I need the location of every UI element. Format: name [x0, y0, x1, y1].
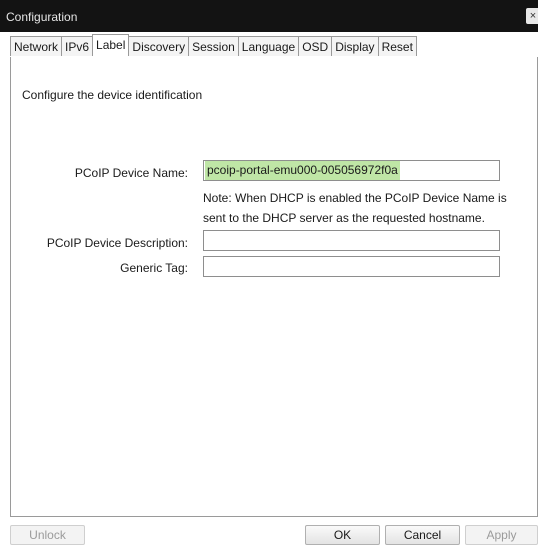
apply-button[interactable]: Apply	[465, 525, 538, 545]
tab-label[interactable]: Label	[92, 34, 130, 56]
cancel-button[interactable]: Cancel	[385, 525, 460, 545]
window-titlebar: Configuration ×	[0, 0, 538, 32]
tab-language[interactable]: Language	[237, 36, 300, 56]
tab-discovery[interactable]: Discovery	[128, 36, 190, 56]
tab-osd[interactable]: OSD	[298, 36, 333, 56]
device-description-field[interactable]	[203, 230, 500, 251]
label-tab-panel	[10, 57, 538, 517]
button-bar: Unlock OK Cancel Apply	[0, 524, 538, 547]
device-description-label: PCoIP Device Description:	[46, 236, 188, 250]
unlock-button[interactable]: Unlock	[10, 525, 85, 545]
device-name-field[interactable]: pcoip-portal-emu000-005056972f0a	[203, 160, 500, 181]
generic-tag-field[interactable]	[203, 256, 500, 277]
window-title: Configuration	[6, 10, 78, 24]
tab-network[interactable]: Network	[10, 36, 63, 56]
tab-display[interactable]: Display	[331, 36, 379, 56]
tab-session[interactable]: Session	[188, 36, 239, 56]
ok-button[interactable]: OK	[305, 525, 380, 545]
tab-ipv6[interactable]: IPv6	[61, 36, 94, 56]
device-name-value: pcoip-portal-emu000-005056972f0a	[205, 161, 400, 180]
tab-bar: Network IPv6 Label Discovery Session Lan…	[10, 34, 538, 58]
device-name-label: PCoIP Device Name:	[74, 166, 188, 180]
generic-tag-label: Generic Tag:	[120, 261, 188, 275]
intro-text: Configure the device identification	[22, 88, 203, 102]
dhcp-note: Note: When DHCP is enabled the PCoIP Dev…	[203, 191, 507, 225]
tab-reset[interactable]: Reset	[377, 36, 417, 56]
close-icon[interactable]: ×	[526, 8, 538, 24]
